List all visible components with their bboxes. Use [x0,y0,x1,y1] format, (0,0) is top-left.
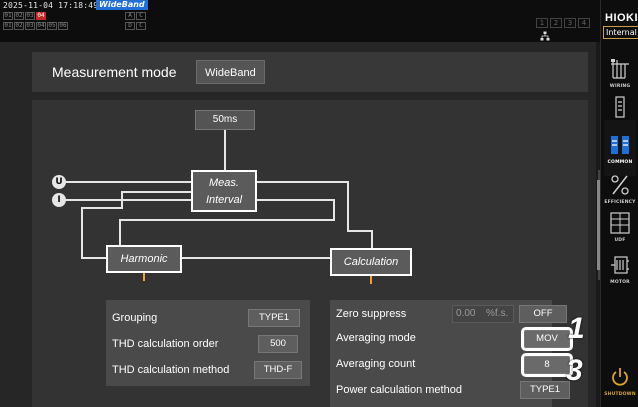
coupling-row-1: A C [125,12,146,20]
coupling-indicator: D [125,22,135,30]
harmonic-block: Harmonic [106,245,182,273]
brand-logo: HIOKI [605,12,638,24]
udf-icon [610,211,630,234]
indicator-row-2: 01 02 03 04 05 06 [3,22,68,30]
channel-number: 3 [564,18,576,28]
channel-icon [615,95,625,118]
indicator: 02 [14,22,24,30]
indicator: 05 [47,22,57,30]
datetime: 2025-11-04 17:18:49 [3,1,99,10]
input-terminal-i: I [52,193,66,207]
channel-number: 1 [536,18,548,28]
sidebar-item-motor[interactable]: MOTOR [604,240,636,296]
channel-number: 4 [578,18,590,28]
indicator: 02 [14,12,24,20]
main-panel: Measurement mode WideBand 50ms U I Meas.… [0,42,596,407]
efficiency-icon [611,174,629,195]
coupling-indicator: C [136,12,146,20]
callout-number: 1 [568,312,585,345]
channel-numbers: 1 2 3 4 [536,18,590,28]
thd-order-value[interactable]: 500 [258,335,298,353]
source-label[interactable]: Internal [603,26,638,39]
zero-suppress-value: 0.00 [456,308,476,319]
wiring-icon [611,58,629,79]
zero-suppress-unit: %f.s. [486,308,509,319]
measurement-mode-value[interactable]: WideBand [196,60,265,84]
zero-suppress-label: Zero suppress [336,308,407,320]
channel-number: 2 [550,18,562,28]
thd-method-label: THD calculation method [112,364,230,376]
power-method-value[interactable]: TYPE1 [520,381,570,399]
averaging-count-value[interactable]: 8 [521,353,573,377]
interval-value-box[interactable]: 50ms [195,110,255,130]
meas-interval-line2: Interval [205,194,243,206]
averaging-mode-value[interactable]: MOV [521,327,573,351]
grouping-value[interactable]: TYPE1 [248,309,300,327]
sidebar: HIOKI Internal WIRING CHANNEL COMMON EFF… [600,0,638,407]
indicator: 03 [25,12,35,20]
averaging-mode-label: Averaging mode [336,332,416,344]
indicator: 01 [3,12,13,20]
indicator: 04 [36,22,46,30]
coupling-row-2: D C [125,22,146,30]
meas-interval-block: Meas. Interval [191,170,257,212]
thd-method-value[interactable]: THD-F [254,361,302,379]
calculation-flow-diagram: 50ms U I Meas. Interval Harmonic Calcula… [32,100,588,407]
callout-number: 3 [566,354,583,387]
coupling-indicator: C [136,22,146,30]
grouping-label: Grouping [112,312,158,324]
coupling-indicator: A [125,12,135,20]
measurement-mode-label: Measurement mode [52,64,177,80]
network-icon [540,31,550,41]
indicator: 03 [25,22,35,30]
motor-icon [611,255,629,274]
indicator: 01 [3,22,13,30]
calculation-block: Calculation [330,248,412,276]
common-icon [611,135,629,154]
scrollbar-thumb[interactable] [597,180,600,270]
thd-order-label: THD calculation order [112,338,219,350]
mode-badge: WideBand [96,0,148,10]
meas-interval-line1: Meas. [209,177,239,189]
status-bar: 2025-11-04 17:18:49 WideBand 01 02 03 04… [0,0,600,42]
measurement-mode-bar: Measurement mode WideBand [32,52,588,92]
indicator-row-1: 01 02 03 04 [3,12,46,20]
indicator-alert: 04 [36,12,46,20]
indicator: 06 [58,22,68,30]
averaging-count-label: Averaging count [336,358,416,370]
harmonic-settings-panel: Grouping TYPE1 THD calculation order 500… [106,300,310,386]
input-terminal-u: U [52,175,66,189]
zero-suppress-toggle[interactable]: OFF [519,305,567,323]
sidebar-item-label: MOTOR [610,279,630,285]
power-method-label: Power calculation method [336,384,462,396]
calculation-settings-panel: Zero suppress 0.00 %f.s. OFF Averaging m… [330,300,573,407]
sidebar-item-shutdown[interactable]: SHUTDOWN [604,355,636,405]
sidebar-item-label: SHUTDOWN [604,391,636,397]
shutdown-icon [612,367,628,386]
